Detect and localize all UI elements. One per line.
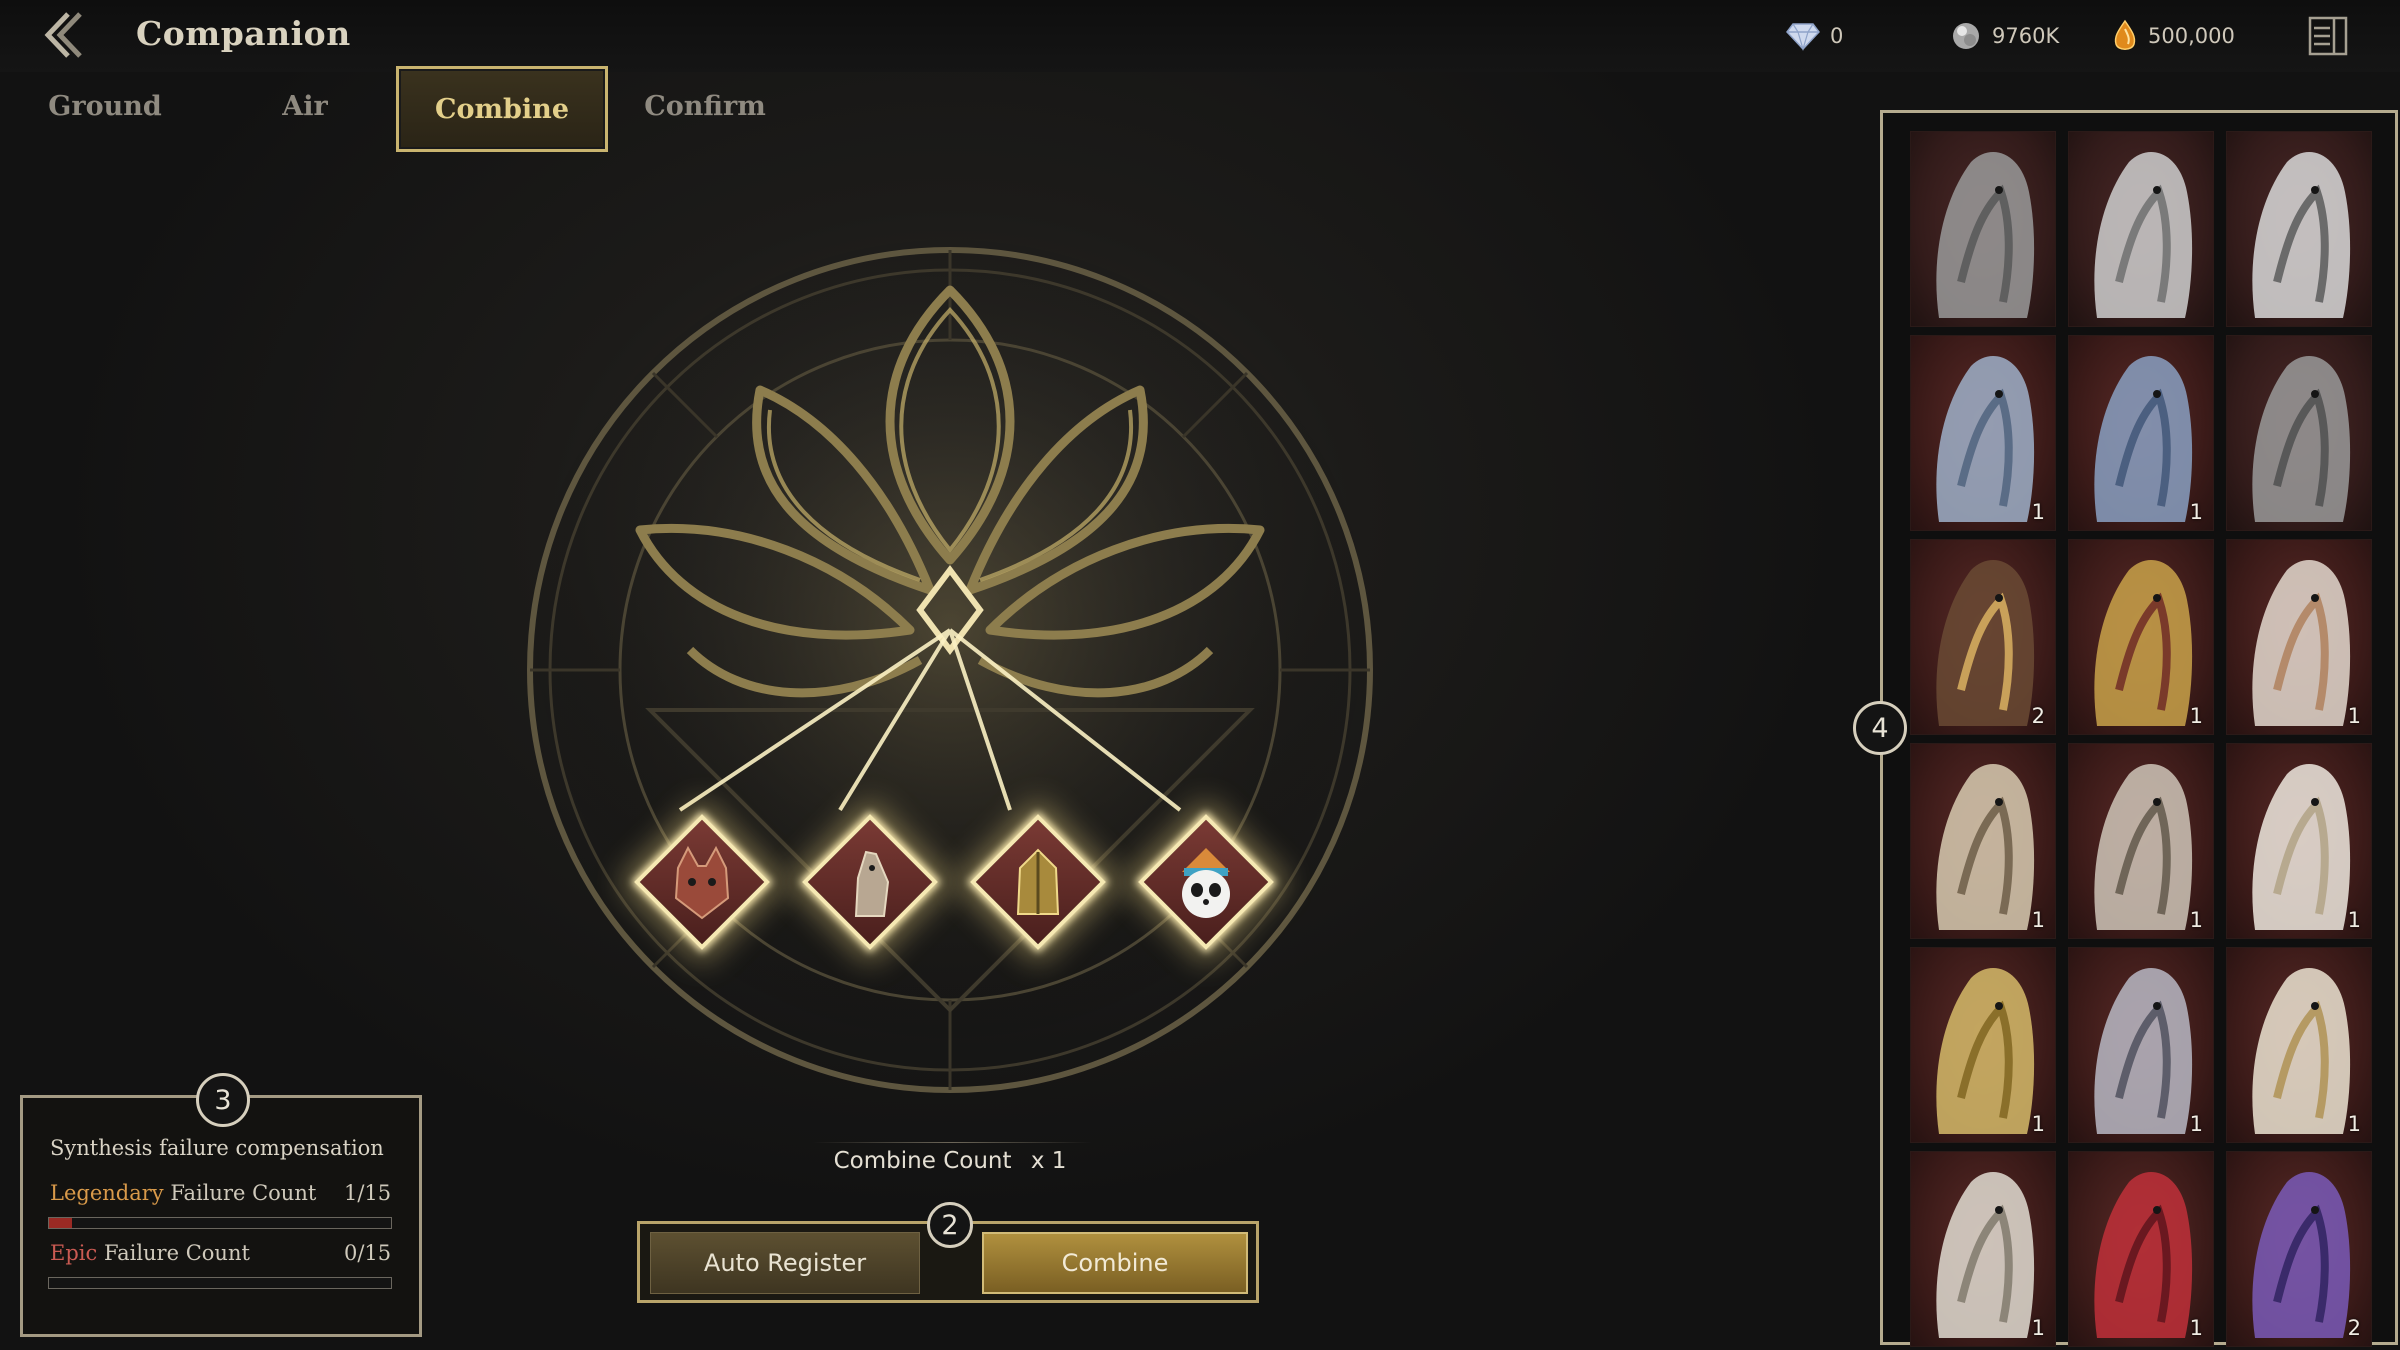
- horse-portrait-icon: [854, 850, 890, 917]
- wolf-portrait-icon: [674, 845, 730, 920]
- page-title: Companion: [136, 14, 351, 53]
- combine-count-label: Combine Count: [833, 1148, 1012, 1174]
- inventory-card-snow-owl[interactable]: 1: [2226, 743, 2372, 939]
- inventory-card-quantity: 1: [2189, 908, 2203, 932]
- diamond-amount: 0: [1830, 24, 1844, 48]
- inventory-card-silver-eagle[interactable]: 1: [1910, 1151, 2056, 1347]
- inventory-card-grey-hawk[interactable]: 1: [2068, 947, 2214, 1143]
- inventory-card-golden-dragon-steed[interactable]: 1: [2068, 539, 2214, 735]
- legendary-failure-bar: [48, 1217, 392, 1229]
- epic-failure-bar: [48, 1277, 392, 1289]
- inventory-card-quantity: 1: [2189, 1112, 2203, 1136]
- combine-count: Combine Count x 1: [800, 1148, 1100, 1174]
- inventory-card-violet-dragon[interactable]: 2: [2226, 1151, 2372, 1347]
- tab-combine[interactable]: Combine: [396, 66, 608, 152]
- back-button[interactable]: [38, 8, 92, 62]
- inventory-card-dark-horse[interactable]: 2: [1910, 539, 2056, 735]
- inventory-card-armored-beast[interactable]: [1910, 131, 2056, 327]
- silver-orb-icon: [1953, 23, 1979, 49]
- inventory-card-quantity: 1: [2347, 908, 2361, 932]
- legendary-rarity: Legendary: [50, 1181, 164, 1205]
- failure-compensation-panel: [20, 1095, 422, 1337]
- combine-count-value: x 1: [1030, 1148, 1067, 1174]
- failure-panel-title: Synthesis failure compensation: [50, 1136, 384, 1160]
- currency-amber: 500,000: [2112, 18, 2235, 54]
- menu-button[interactable]: [2306, 14, 2350, 58]
- step-badge-3: 3: [196, 1073, 250, 1127]
- inventory-card-quantity: 1: [2031, 908, 2045, 932]
- inventory-card-blue-wolf[interactable]: 1: [2068, 335, 2214, 531]
- diamond-icon: [1786, 23, 1820, 51]
- epic-failure-value: 0/15: [344, 1241, 392, 1265]
- inventory-card-owl-griffin[interactable]: 1: [1910, 743, 2056, 939]
- epic-failure-label: Epic Failure Count: [50, 1241, 250, 1265]
- currency-silver: 9760K: [1950, 18, 2059, 54]
- inventory-card-white-horse[interactable]: [2068, 131, 2214, 327]
- tab-air[interactable]: Air: [230, 66, 380, 146]
- inventory-card-quantity: 1: [2189, 500, 2203, 524]
- inventory-card-golden-eagle[interactable]: 1: [1910, 947, 2056, 1143]
- inventory-card-quantity: 2: [2347, 1316, 2361, 1340]
- inventory-card-white-griffin[interactable]: 1: [2226, 539, 2372, 735]
- legendary-failure-label: Legendary Failure Count: [50, 1181, 316, 1205]
- inventory-card-armored-war-beast[interactable]: 1: [1910, 335, 2056, 531]
- panda-portrait-icon: [2252, 152, 2351, 318]
- step-badge-2: 2: [927, 1202, 973, 1248]
- menu-icon: [2308, 16, 2348, 56]
- silver-amount: 9760K: [1992, 24, 2060, 48]
- epic-failure-text: Failure Count: [103, 1241, 250, 1265]
- armored-beast-portrait-icon: [1016, 848, 1060, 915]
- inventory-card-horned-owl[interactable]: 1: [2068, 743, 2214, 939]
- inventory-card-grey-wolf[interactable]: [2226, 335, 2372, 531]
- legendary-failure-fill: [49, 1218, 72, 1228]
- armored-beast-portrait-icon: [1936, 152, 2035, 318]
- tab-confirm[interactable]: Confirm: [630, 66, 780, 146]
- tab-ground[interactable]: Ground: [30, 66, 180, 146]
- legendary-failure-value: 1/15: [344, 1181, 392, 1205]
- count-divider: [812, 1142, 1092, 1143]
- currency-diamond: 0: [1786, 18, 1843, 54]
- inventory-card-quantity: 1: [2189, 704, 2203, 728]
- inventory-card-quantity: 1: [2189, 1316, 2203, 1340]
- white-horse-portrait-icon: [2094, 152, 2193, 318]
- epic-rarity: Epic: [50, 1241, 98, 1265]
- inventory-card-quantity: 1: [2031, 500, 2045, 524]
- inventory-card-quantity: 1: [2031, 1112, 2045, 1136]
- combine-button[interactable]: Combine: [982, 1232, 1248, 1294]
- inventory-card-quantity: 1: [2347, 1112, 2361, 1136]
- inventory-card-crimson-phoenix[interactable]: 1: [2068, 1151, 2214, 1347]
- amber-gem-icon: [2114, 19, 2136, 50]
- grey-wolf-portrait-icon: [2252, 356, 2351, 522]
- step-badge-4: 4: [1853, 701, 1907, 755]
- back-chevron-icon: [44, 12, 82, 58]
- inventory-card-ivory-griffin[interactable]: 1: [2226, 947, 2372, 1143]
- inventory-card-quantity: 2: [2031, 704, 2045, 728]
- amber-amount: 500,000: [2148, 24, 2235, 48]
- inventory-card-quantity: 1: [2347, 704, 2361, 728]
- inventory-card-panda[interactable]: [2226, 131, 2372, 327]
- inventory-card-quantity: 1: [2031, 1316, 2045, 1340]
- combine-emblem: [520, 240, 1380, 1100]
- panda-portrait-icon: [1182, 848, 1230, 918]
- auto-register-button[interactable]: Auto Register: [650, 1232, 920, 1294]
- legendary-failure-text: Failure Count: [170, 1181, 317, 1205]
